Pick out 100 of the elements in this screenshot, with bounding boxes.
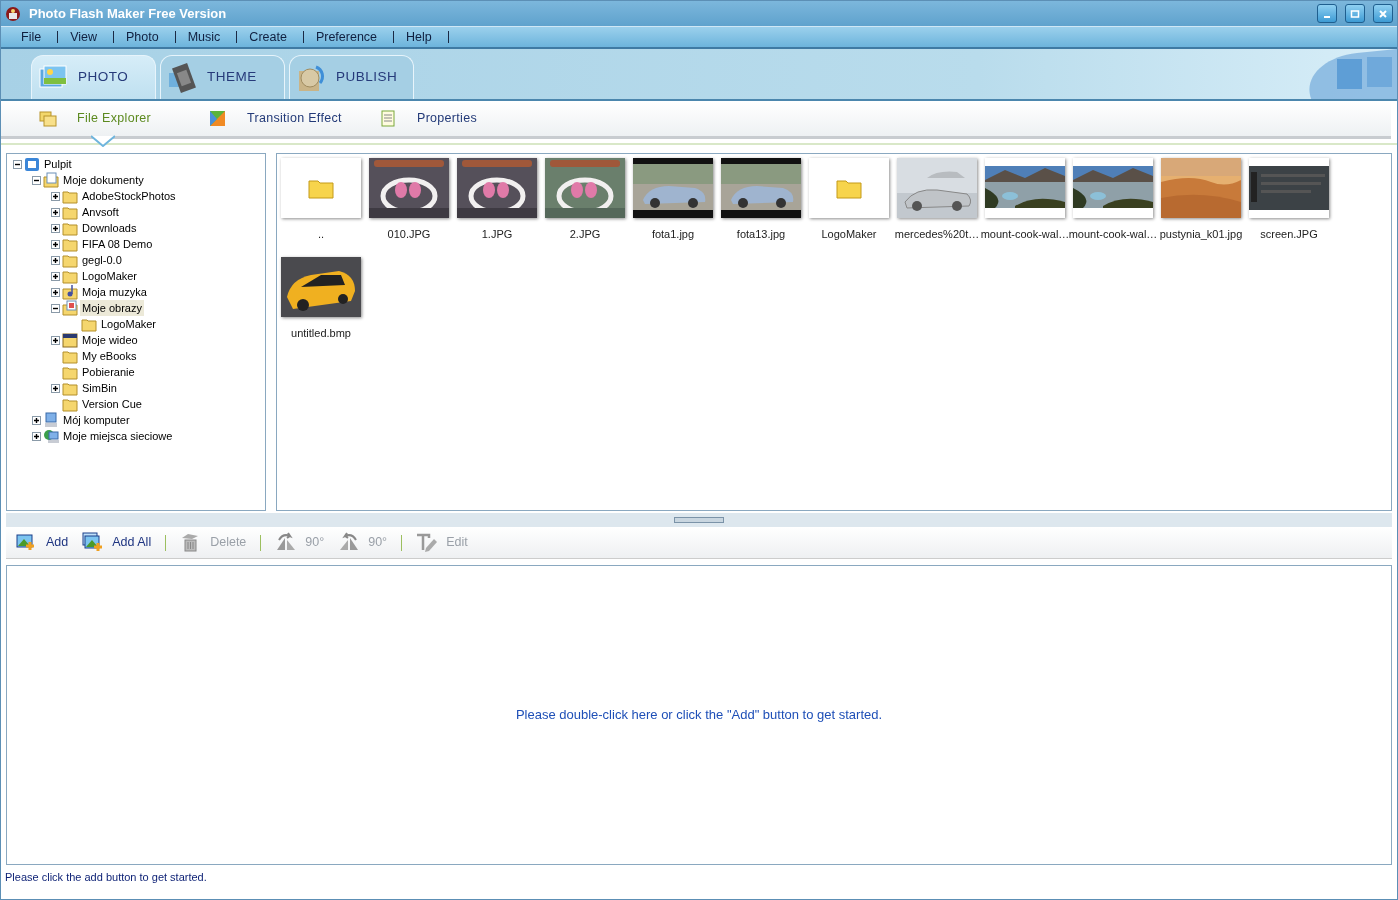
desktop-icon	[24, 156, 40, 172]
expand-icon[interactable]	[32, 431, 41, 441]
menu-item[interactable]: Photo	[114, 31, 176, 43]
tree-item[interactable]: Version Cue	[80, 395, 144, 413]
folders-icon	[39, 110, 57, 127]
text-edit-icon	[416, 532, 439, 553]
thumbnail-label: mercedes%20t…	[894, 227, 980, 242]
expand-icon[interactable]	[51, 287, 60, 297]
folder-thumbnail[interactable]	[809, 158, 889, 218]
minimize-button[interactable]	[1317, 4, 1337, 23]
computer-icon	[43, 412, 59, 428]
thumbnail-label: 010.JPG	[387, 227, 431, 242]
network-icon	[43, 428, 59, 444]
music-folder-icon	[62, 284, 78, 300]
rotate-left-icon	[338, 532, 361, 553]
tree-item[interactable]: LogoMaker	[80, 267, 140, 285]
subtab[interactable]: File Explorer	[39, 109, 209, 128]
tree-item[interactable]: AdobeStockPhotos	[80, 187, 178, 205]
subtab[interactable]: Transition Effect	[209, 109, 379, 128]
menu-item[interactable]: File	[9, 31, 59, 43]
folder-icon	[62, 220, 78, 236]
app-icon	[5, 5, 21, 22]
tree-item[interactable]: SimBin	[80, 379, 119, 397]
expand-icon[interactable]	[51, 191, 60, 201]
folder-icon	[62, 364, 78, 380]
menu-item[interactable]: Create	[237, 31, 304, 43]
tree-item[interactable]: Downloads	[80, 219, 139, 237]
thumbnail-label: pustynia_k01.jpg	[1159, 227, 1243, 242]
menu-item[interactable]: Preference	[303, 31, 395, 43]
expand-icon[interactable]	[51, 335, 60, 345]
tree-item[interactable]: Moje obrazy	[80, 299, 144, 317]
folder-icon	[62, 236, 78, 252]
menu-item[interactable]: Music	[175, 31, 238, 43]
collapse-icon[interactable]	[13, 159, 22, 169]
tree-item[interactable]: Mój komputer	[61, 411, 132, 429]
thumbnail-label: screen.JPG	[1260, 227, 1318, 242]
toolbar-button[interactable]: Add All	[82, 532, 152, 553]
tree-item[interactable]: Pulpit	[42, 155, 74, 173]
collapse-icon[interactable]	[51, 303, 60, 313]
window-title: Photo Flash Maker Free Version	[29, 4, 228, 23]
thumbnail-label: fota1.jpg	[651, 227, 695, 242]
thumbnail-label: mount-cook-wal…	[980, 227, 1070, 242]
expand-icon[interactable]	[51, 271, 60, 281]
thumbnail-label: mount-cook-wal…	[1068, 227, 1158, 242]
transition-icon	[209, 110, 227, 127]
tree-item[interactable]: Moja muzyka	[80, 283, 149, 301]
folder-icon	[62, 268, 78, 284]
toolbar-button[interactable]: Add	[16, 532, 69, 553]
tree-item[interactable]: Moje wideo	[80, 331, 140, 349]
folder-thumbnail[interactable]	[281, 158, 361, 218]
close-button[interactable]	[1373, 4, 1393, 23]
tree-item[interactable]: Pobieranie	[80, 363, 137, 381]
tree-item[interactable]: Anvsoft	[80, 203, 121, 221]
minimize-icon	[1323, 15, 1331, 18]
pictures-folder-icon	[62, 300, 78, 316]
folder-icon	[62, 348, 78, 364]
folder-icon	[62, 252, 78, 268]
film-strip-icon	[167, 62, 197, 93]
thumbnail-label: LogoMaker	[821, 227, 877, 242]
folder-icon	[62, 204, 78, 220]
menu-item[interactable]: Help	[394, 31, 449, 43]
menu-item[interactable]: View	[58, 31, 115, 43]
expand-icon[interactable]	[51, 239, 60, 249]
folder-icon	[836, 177, 862, 199]
photo-drop-area[interactable]: Please double-click here or click the "Add" button to get started.	[6, 565, 1392, 865]
document-icon	[379, 110, 397, 127]
splitter-handle[interactable]	[674, 517, 724, 523]
selection-pointer	[91, 135, 115, 148]
expand-icon[interactable]	[51, 223, 60, 233]
thumbnail-label: ..	[317, 227, 325, 242]
tab[interactable]: PUBLISH	[289, 55, 414, 99]
rotate-right-icon	[275, 532, 298, 553]
subtab[interactable]: Properties	[379, 109, 549, 128]
folder-icon	[308, 177, 334, 199]
add-pictures-icon	[82, 532, 105, 553]
folder-icon	[62, 380, 78, 396]
folder-icon	[62, 396, 78, 412]
hint-text: Please double-click here or click the "Add" button to get started.	[515, 706, 883, 725]
tree-item[interactable]: LogoMaker	[99, 315, 159, 333]
expand-icon[interactable]	[51, 383, 60, 393]
tab[interactable]: PHOTO	[31, 55, 156, 99]
expand-icon[interactable]	[51, 207, 60, 217]
tree-item[interactable]: Moje dokumenty	[61, 171, 146, 189]
tree-item[interactable]: FIFA 08 Demo	[80, 235, 155, 253]
video-folder-icon	[62, 332, 78, 348]
tree-item[interactable]: Moje miejsca sieciowe	[61, 427, 175, 445]
folder-icon	[62, 188, 78, 204]
expand-icon[interactable]	[32, 415, 41, 425]
thumbnail-label: 1.JPG	[481, 227, 513, 242]
close-icon	[1378, 8, 1388, 19]
thumbnail-label: untitled.bmp	[291, 325, 351, 341]
thumbnail-label: fota13.jpg	[736, 227, 786, 242]
tree-item[interactable]: gegl-0.0	[80, 251, 124, 269]
documents-icon	[43, 172, 59, 188]
tab[interactable]: THEME	[160, 55, 285, 99]
status-text: Please click the add button to get started.	[5, 869, 207, 885]
maximize-button[interactable]	[1345, 4, 1365, 23]
tree-item[interactable]: My eBooks	[80, 347, 139, 365]
expand-icon[interactable]	[51, 255, 60, 265]
collapse-icon[interactable]	[32, 175, 41, 185]
